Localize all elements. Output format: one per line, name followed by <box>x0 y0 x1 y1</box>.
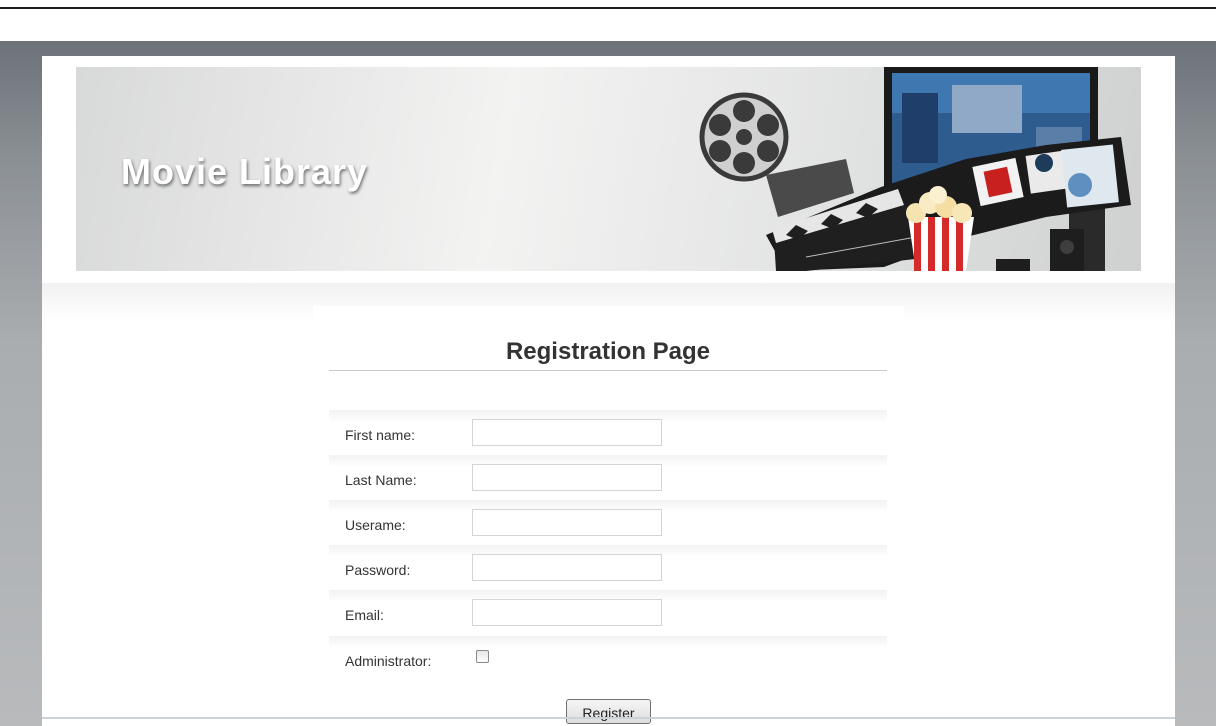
title-divider <box>329 370 887 371</box>
register-button[interactable]: Register <box>566 699 651 724</box>
page-title: Registration Page <box>505 338 711 365</box>
form-row-last-name: Last Name: <box>329 455 887 500</box>
form-row-first-name: First name: <box>329 410 887 455</box>
film-reel-icon <box>699 92 854 217</box>
header-banner: Movie Library <box>76 67 1141 271</box>
banner-illustration <box>699 67 1131 271</box>
form-row-username: Userame: <box>329 500 887 545</box>
administrator-checkbox[interactable] <box>476 650 489 663</box>
last-name-label: Last Name: <box>345 472 417 488</box>
form-row-email: Email: <box>329 590 887 635</box>
speaker-icon <box>996 229 1084 271</box>
form-row-password: Password: <box>329 545 887 590</box>
password-input[interactable] <box>472 554 662 581</box>
first-name-label: First name: <box>345 427 416 443</box>
site-title: Movie Library <box>121 151 369 192</box>
window-top-bar <box>0 0 1216 9</box>
email-label: Email: <box>345 607 384 623</box>
username-label: Userame: <box>345 517 406 533</box>
administrator-label: Administrator: <box>345 653 432 669</box>
last-name-input[interactable] <box>472 464 662 491</box>
password-label: Password: <box>345 562 411 578</box>
page-bottom-border <box>42 717 1175 719</box>
form-row-administrator: Administrator: <box>329 636 887 681</box>
username-input[interactable] <box>472 509 662 536</box>
first-name-input[interactable] <box>472 419 662 446</box>
email-input[interactable] <box>472 599 662 626</box>
